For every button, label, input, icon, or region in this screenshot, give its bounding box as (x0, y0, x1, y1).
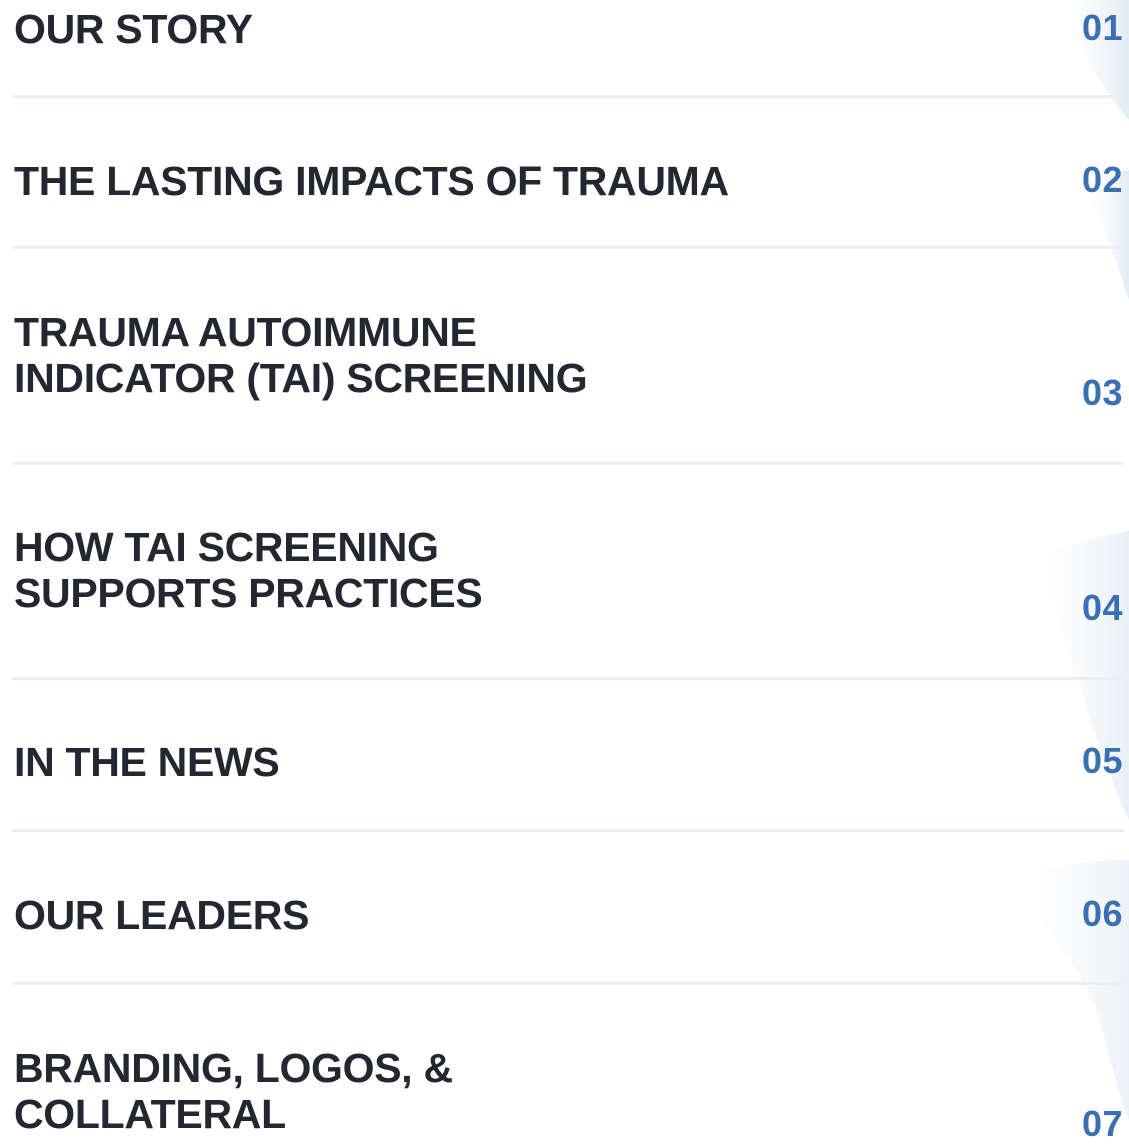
toc-entry-title: THE LASTING IMPACTS OF TRAUMA (14, 158, 729, 204)
toc-entry-number: 04 (1081, 587, 1123, 628)
toc-entry-title: BRANDING, LOGOS, & COLLATERAL (14, 1045, 453, 1137)
divider (12, 246, 1124, 249)
toc-entry-title: TRAUMA AUTOIMMUNE INDICATOR (TAI) SCREEN… (14, 309, 588, 401)
toc-entry-title: OUR STORY (14, 6, 253, 52)
divider (12, 462, 1124, 465)
table-of-contents: OUR STORY 01 THE LASTING IMPACTS OF TRAU… (0, 0, 1129, 1145)
toc-entry-number: 01 (1081, 7, 1123, 48)
toc-entry-number: 03 (1081, 372, 1123, 413)
toc-entry-title: HOW TAI SCREENING SUPPORTS PRACTICES (14, 524, 483, 616)
toc-entry-title: OUR LEADERS (14, 892, 310, 938)
divider (12, 677, 1124, 680)
toc-entry-number: 07 (1081, 1103, 1123, 1144)
divider (12, 829, 1124, 832)
divider (12, 982, 1124, 985)
toc-entry-number: 02 (1081, 159, 1123, 200)
divider (12, 95, 1124, 98)
toc-entry-title: IN THE NEWS (14, 739, 280, 785)
toc-entry-number: 06 (1081, 893, 1123, 934)
toc-entry-number: 05 (1081, 740, 1123, 781)
